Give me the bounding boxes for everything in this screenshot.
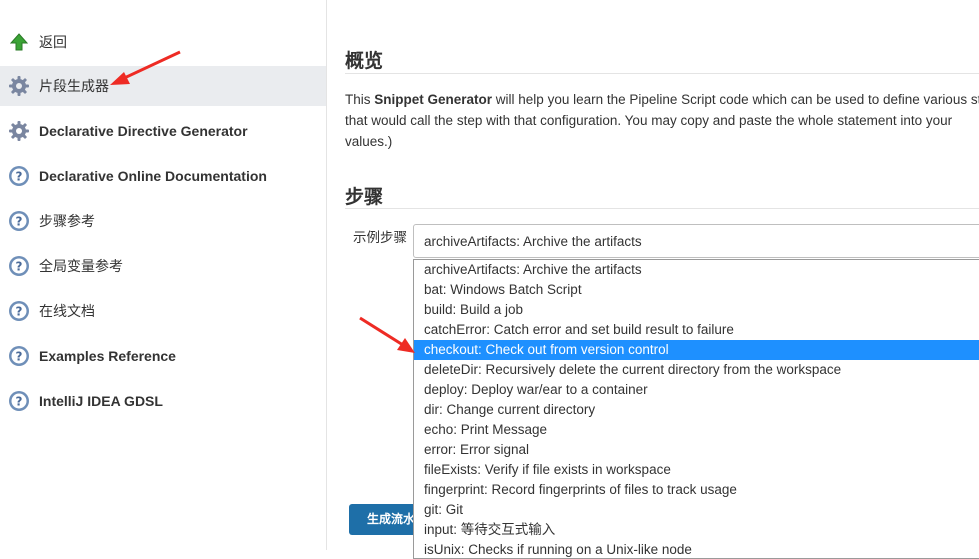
dropdown-option[interactable]: bat: Windows Batch Script [414,280,979,300]
sidebar-item-label: 片段生成器 [39,78,109,94]
dropdown-option[interactable]: error: Error signal [414,440,979,460]
dropdown-option[interactable]: deploy: Deploy war/ear to a container [414,380,979,400]
dropdown-option[interactable]: input: 等待交互式输入 [414,520,979,540]
svg-text:?: ? [16,260,23,274]
steps-heading: 步骤 [345,187,384,208]
sidebar-item-declarative-online-documentation[interactable]: ? Declarative Online Documentation [0,156,326,196]
dropdown-option[interactable]: fileExists: Verify if file exists in wor… [414,460,979,480]
dropdown-option[interactable]: dir: Change current directory [414,400,979,420]
help-icon: ? [8,345,30,367]
sidebar-item-label: IntelliJ IDEA GDSL [39,393,163,409]
sidebar-item-back[interactable]: 返回 [0,22,326,62]
sidebar-item-label: Declarative Online Documentation [39,168,267,184]
svg-text:?: ? [16,350,23,364]
svg-text:?: ? [16,215,23,229]
sidebar-item-label: 全局变量参考 [39,258,123,274]
sample-step-label: 示例步骤 [353,230,407,245]
heading-divider [345,208,979,209]
svg-text:?: ? [16,395,23,409]
dropdown-option[interactable]: git: Git [414,500,979,520]
help-icon: ? [8,165,30,187]
sidebar-item-label: Examples Reference [39,348,176,364]
sidebar-item-label: Declarative Directive Generator [39,123,248,139]
help-icon: ? [8,210,30,232]
sidebar: 返回 片段生成器 Declarative Directive Generator… [0,0,327,550]
gear-icon [8,120,30,142]
sidebar-item-label: 返回 [39,34,67,50]
description-text: This Snippet Generator will help you lea… [345,92,979,149]
help-icon: ? [8,300,30,322]
sidebar-item-declarative-directive-generator[interactable]: Declarative Directive Generator [0,111,326,151]
sample-step-select[interactable]: archiveArtifacts: Archive the artifacts [413,224,979,258]
sidebar-item-snippet-generator[interactable]: 片段生成器 [0,66,326,106]
sidebar-item-global-variable-reference[interactable]: ? 全局变量参考 [0,246,326,286]
main-content: 概览 This Snippet Generator will help you … [345,0,979,559]
help-icon: ? [8,390,30,412]
dropdown-option[interactable]: fingerprint: Record fingerprints of file… [414,480,979,500]
up-arrow-icon [8,31,30,53]
dropdown-option[interactable]: build: Build a job [414,300,979,320]
generate-pipeline-script-button[interactable]: 生成流水线脚本 [349,504,419,535]
sidebar-item-label: 在线文档 [39,303,95,319]
heading-divider [345,73,979,74]
sample-step-dropdown-list: archiveArtifacts: Archive the artifacts … [413,259,979,559]
sidebar-item-step-reference[interactable]: ? 步骤参考 [0,201,326,241]
dropdown-option-checkout[interactable]: checkout: Check out from version control [414,340,979,360]
dropdown-option[interactable]: archiveArtifacts: Archive the artifacts [414,260,979,280]
help-icon: ? [8,255,30,277]
svg-text:?: ? [16,170,23,184]
svg-text:?: ? [16,305,23,319]
dropdown-option[interactable]: catchError: Catch error and set build re… [414,320,979,340]
sidebar-item-online-docs[interactable]: ? 在线文档 [0,291,326,331]
sidebar-item-label: 步骤参考 [39,213,95,229]
overview-heading: 概览 [345,51,384,72]
gear-icon [8,75,30,97]
snippet-generator-bold: Snippet Generator [374,92,493,107]
dropdown-option[interactable]: deleteDir: Recursively delete the curren… [414,360,979,380]
sidebar-item-intellij-idea-gdsl[interactable]: ? IntelliJ IDEA GDSL [0,381,326,421]
sidebar-item-examples-reference[interactable]: ? Examples Reference [0,336,326,376]
dropdown-option[interactable]: echo: Print Message [414,420,979,440]
